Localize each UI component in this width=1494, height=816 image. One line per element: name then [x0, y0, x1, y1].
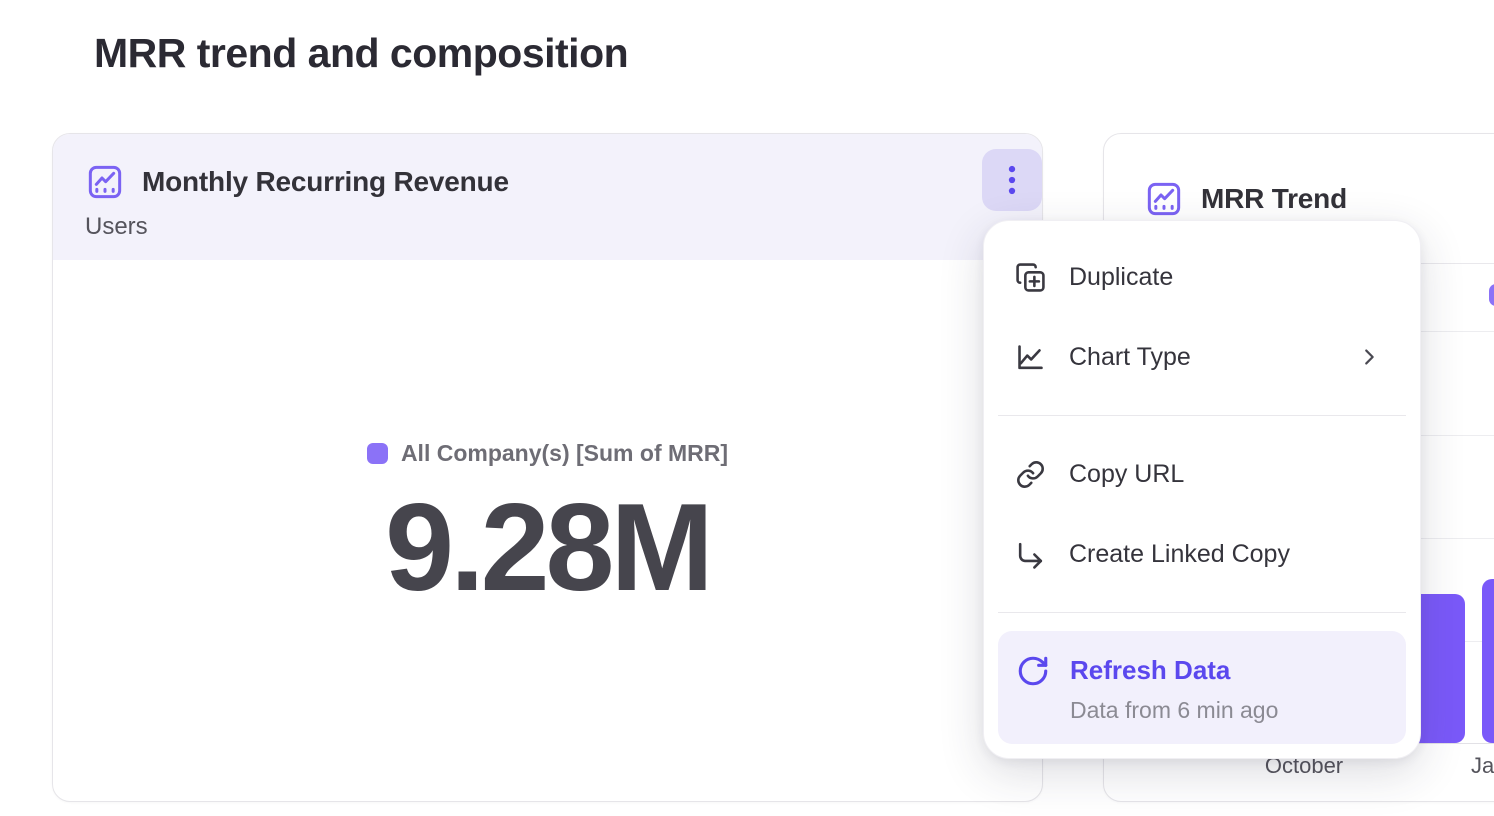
chart-trend-icon [85, 162, 125, 202]
menu-item-label: Create Linked Copy [1069, 540, 1380, 569]
duplicate-icon [1015, 262, 1046, 293]
refresh-icon [1016, 654, 1050, 688]
menu-divider [998, 415, 1406, 416]
menu-item-create-linked-copy[interactable]: Create Linked Copy [984, 514, 1420, 594]
x-tick-january: Ja [1471, 753, 1494, 779]
menu-item-duplicate[interactable]: Duplicate [984, 237, 1420, 317]
mrr-card-title: Monthly Recurring Revenue [142, 166, 509, 198]
menu-item-chart-type[interactable]: Chart Type [984, 317, 1420, 397]
menu-item-label: Copy URL [1069, 460, 1380, 489]
legend: All Company(s) [Sum of MRR] [367, 440, 728, 467]
mrr-card-header: Monthly Recurring Revenue Users [53, 134, 1042, 260]
mrr-card-subtitle: Users [85, 213, 1012, 241]
trend-legend-swatch [1489, 284, 1494, 306]
legend-swatch [367, 443, 388, 464]
menu-divider [998, 612, 1406, 613]
page-title: MRR trend and composition [94, 30, 628, 77]
menu-item-label: Chart Type [1069, 343, 1335, 372]
legend-label: All Company(s) [Sum of MRR] [401, 440, 728, 467]
menu-item-label: Duplicate [1069, 263, 1380, 292]
refresh-data-age: Data from 6 min ago [1070, 695, 1278, 725]
chart-trend-icon [1144, 179, 1184, 219]
trend-card-title: MRR Trend [1201, 183, 1347, 215]
mrr-value: 9.28M [385, 475, 710, 621]
menu-item-label: Refresh Data [1070, 655, 1278, 685]
mrr-card-body: All Company(s) [Sum of MRR] 9.28M [53, 260, 1042, 801]
mrr-card: Monthly Recurring Revenue Users All Comp… [52, 133, 1043, 802]
kebab-icon [997, 163, 1027, 197]
menu-item-refresh-data[interactable]: Refresh Data Data from 6 min ago [998, 631, 1406, 744]
chevron-right-icon [1358, 346, 1380, 368]
card-options-button[interactable] [982, 149, 1042, 211]
link-icon [1015, 459, 1046, 490]
chart-type-icon [1015, 342, 1046, 373]
bar-january[interactable] [1482, 579, 1494, 743]
card-context-menu: Duplicate Chart Type Copy URL [983, 220, 1421, 759]
menu-item-copy-url[interactable]: Copy URL [984, 434, 1420, 514]
corner-down-right-icon [1015, 539, 1046, 570]
